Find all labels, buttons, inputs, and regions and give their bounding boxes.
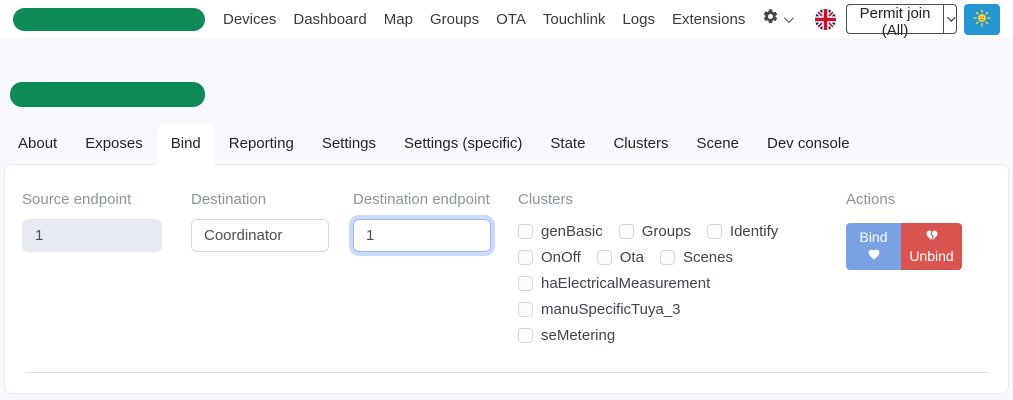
language-selector[interactable] (815, 8, 837, 30)
sun-icon (973, 8, 991, 30)
tab-about[interactable]: About (4, 123, 71, 164)
cluster-label: Ota (619, 249, 644, 266)
destination-endpoint-label: Destination endpoint (353, 191, 490, 208)
cluster-label: seMetering (541, 327, 616, 344)
navbar: Devices Dashboard Map Groups OTA Touchlink Log… (0, 0, 1013, 39)
destination-endpoint-field: Destination endpoint (353, 191, 491, 352)
cluster-option-haelectricalmeasurement: haElectricalMeasurement (518, 274, 710, 293)
cluster-option-groups: Groups (618, 222, 691, 241)
tab-dev-console[interactable]: Dev console (753, 123, 864, 164)
logo-redacted[interactable] (13, 7, 205, 31)
nav-item-devices[interactable]: Devices (223, 11, 276, 28)
clusters-label: Clusters (518, 191, 574, 208)
broken-heart-icon (925, 229, 939, 245)
destination-input[interactable] (191, 219, 329, 252)
destination-label: Destination (191, 191, 267, 208)
permit-join-caret-button[interactable] (942, 4, 958, 34)
cluster-row: manuSpecificTuya_3 (518, 300, 831, 319)
cluster-option-manuspecifictuya-3: manuSpecificTuya_3 (518, 300, 681, 319)
nav-item-map[interactable]: Map (384, 11, 413, 28)
tab-bind[interactable]: Bind (156, 123, 215, 165)
cluster-row: OnOff Ota Scenes (518, 248, 831, 267)
source-endpoint-input (22, 219, 162, 252)
clusters-field: Clusters genBasic Groups Identify OnOff Ota S… (518, 191, 831, 352)
cluster-row: haElectricalMeasurement (518, 274, 831, 293)
cluster-option-identify: Identify (706, 222, 779, 241)
actions-label: Actions (846, 191, 896, 208)
cluster-option-genbasic: genBasic (518, 222, 603, 241)
chevron-down-icon (947, 13, 956, 22)
cluster-option-ota: Ota (596, 248, 644, 267)
tab-settings[interactable]: Settings (308, 123, 390, 164)
cluster-label: Groups (641, 223, 691, 240)
cluster-checkbox-semetering[interactable] (518, 328, 533, 343)
nav-item-extensions[interactable]: Extensions (672, 11, 745, 28)
bind-panel: Source endpoint Destination Destination … (4, 164, 1009, 394)
cluster-option-scenes: Scenes (659, 248, 733, 267)
cluster-row: genBasic Groups Identify (518, 222, 831, 241)
cluster-label: OnOff (541, 249, 581, 266)
permit-join-button[interactable]: Permit join (All) (846, 4, 943, 39)
nav-item-logs[interactable]: Logs (622, 11, 655, 28)
gear-icon (762, 8, 779, 30)
source-endpoint-field: Source endpoint (22, 191, 162, 352)
chevron-down-icon (784, 12, 795, 23)
cluster-checkbox-identify[interactable] (706, 224, 722, 239)
bind-unbind-button-group: Bind Unbind (846, 223, 976, 270)
permit-join-split-button: Permit join (All) (846, 4, 958, 39)
nav-item-groups[interactable]: Groups (430, 11, 479, 28)
settings-dropdown-toggle[interactable] (762, 8, 795, 30)
cluster-checkbox-haelectricalmeasurement[interactable] (518, 276, 533, 291)
tab-scene[interactable]: Scene (682, 123, 753, 164)
tab-exposes[interactable]: Exposes (71, 123, 157, 164)
device-name-redacted (10, 82, 205, 107)
unbind-button[interactable]: Unbind (901, 223, 962, 270)
destination-endpoint-input[interactable] (353, 219, 491, 252)
uk-flag-icon (815, 8, 837, 34)
tab-settings-specific[interactable]: Settings (specific) (390, 123, 536, 164)
cluster-checkbox-manuspecifictuya-3[interactable] (518, 302, 533, 317)
cluster-checkbox-scenes[interactable] (659, 250, 675, 265)
bind-row: Source endpoint Destination Destination … (5, 165, 1008, 352)
source-endpoint-label: Source endpoint (22, 191, 132, 208)
cluster-label: Identify (729, 223, 779, 240)
tab-state[interactable]: State (536, 123, 599, 164)
tab-reporting[interactable]: Reporting (215, 123, 308, 164)
nav-item-dashboard[interactable]: Dashboard (293, 11, 366, 28)
cluster-checkbox-onoff[interactable] (518, 250, 533, 265)
nav-menu: Devices Dashboard Map Groups OTA Touchlink Log… (223, 11, 745, 28)
tab-clusters[interactable]: Clusters (599, 123, 682, 164)
cluster-checkbox-ota[interactable] (596, 250, 612, 265)
cluster-option-onoff: OnOff (518, 248, 581, 267)
cluster-label: Scenes (682, 249, 733, 266)
cluster-label: genBasic (541, 223, 603, 240)
theme-toggle-button[interactable] (964, 3, 1000, 35)
heart-icon (867, 248, 881, 264)
nav-item-touchlink[interactable]: Touchlink (543, 11, 606, 28)
actions-field: Actions Bind Unbind (846, 191, 976, 352)
destination-field: Destination (191, 191, 329, 352)
row-divider (25, 372, 988, 373)
bind-button-label: Bind (859, 229, 888, 245)
cluster-checkbox-genbasic[interactable] (518, 224, 533, 239)
clusters-checkbox-group: genBasic Groups Identify OnOff Ota Scenes haEl… (518, 222, 831, 345)
cluster-checkbox-groups[interactable] (618, 224, 634, 239)
unbind-button-label: Unbind (909, 248, 954, 264)
device-tabs: About Exposes Bind Reporting Settings Setting… (4, 123, 1009, 165)
cluster-label: manuSpecificTuya_3 (541, 301, 681, 318)
cluster-row: seMetering (518, 326, 831, 345)
cluster-label: haElectricalMeasurement (541, 275, 711, 292)
cluster-option-semetering: seMetering (518, 326, 615, 345)
bind-button[interactable]: Bind (846, 223, 901, 270)
nav-item-ota[interactable]: OTA (496, 11, 526, 28)
